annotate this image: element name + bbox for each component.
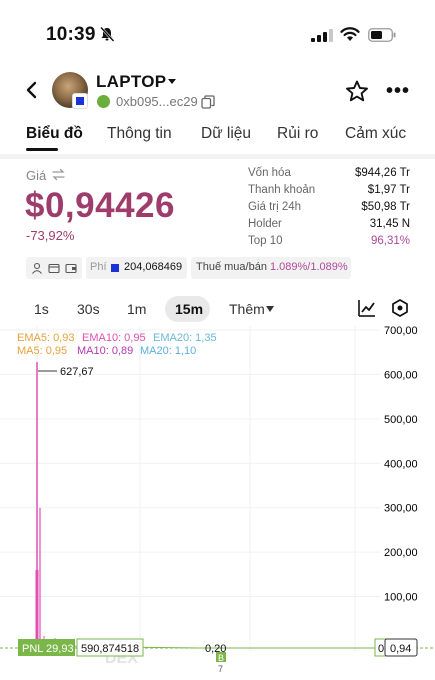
chain-badge-icon xyxy=(72,93,88,109)
stat-label-holders: Holder xyxy=(248,218,282,230)
copy-icon[interactable] xyxy=(201,95,215,109)
y-axis-tick: 100,00 xyxy=(384,592,418,604)
signal-icon xyxy=(311,29,333,42)
stat-value-holders: 31,45 N xyxy=(369,218,410,230)
y-axis-tick: 600,00 xyxy=(384,369,418,381)
more-options-icon[interactable]: ••• xyxy=(386,81,410,101)
favorite-star-icon[interactable] xyxy=(345,80,369,102)
tax-value: 1.089%/1.089% xyxy=(270,261,348,273)
timeframe-more[interactable]: Thêm xyxy=(229,301,265,317)
current-price: $0,94426 xyxy=(25,186,175,225)
current-price-value: 0,94 xyxy=(390,643,411,655)
timeframe-1s[interactable]: 1s xyxy=(34,301,49,317)
wallet-icon xyxy=(48,263,60,274)
price-chart[interactable]: EMA5: 0,93 EMA10: 0,95 EMA20: 1,35 MA5: … xyxy=(0,326,435,680)
chart-settings-icon[interactable] xyxy=(391,299,409,317)
stat-label-liquidity: Thanh khoản xyxy=(248,184,316,196)
timeframe-1m[interactable]: 1m xyxy=(127,301,146,317)
high-marker-label: 627,67 xyxy=(60,366,94,378)
stat-value-market-cap: $944,26 Tr xyxy=(355,167,410,179)
buy-marker-count: 7 xyxy=(218,664,223,674)
tax-label: Thuế mua/bán xyxy=(196,261,267,273)
ema20-label: EMA20: 1,35 xyxy=(153,332,217,344)
tax-info: Thuế mua/bán 1.089%/1.089% xyxy=(196,261,348,273)
battery-icon xyxy=(368,28,396,42)
wifi-icon xyxy=(340,27,360,41)
back-arrow-icon[interactable] xyxy=(22,80,42,100)
stat-value-top10: 96,31% xyxy=(370,235,410,247)
axis-price-left: 0 xyxy=(378,643,384,655)
tab-data[interactable]: Dữ liệu xyxy=(201,125,251,143)
price-label: Giá xyxy=(26,168,47,183)
ema5-label: EMA5: 0,93 xyxy=(17,332,74,344)
section-divider xyxy=(0,154,435,159)
tab-risk[interactable]: Rủi ro xyxy=(277,125,318,143)
timeframe-30s[interactable]: 30s xyxy=(77,301,100,317)
stat-value-volume-24h: $50,98 Tr xyxy=(361,201,410,213)
security-icons-chip[interactable] xyxy=(26,257,82,279)
fee-label: Phí xyxy=(90,261,107,273)
stat-label-market-cap: Vốn hóa xyxy=(248,167,291,179)
y-axis-tick: 700,00 xyxy=(384,326,418,337)
contract-address[interactable]: 0xb095...ec29 xyxy=(116,94,198,109)
price-change: -73,92% xyxy=(26,228,75,243)
y-axis-tick: 400,00 xyxy=(384,458,418,470)
stat-value-liquidity: $1,97 Tr xyxy=(367,184,410,196)
pnl-label: PNL 29,93 xyxy=(22,643,74,655)
more-caret-icon[interactable] xyxy=(266,306,274,312)
stat-label-top10: Top 10 xyxy=(248,235,283,247)
fee-token-icon xyxy=(111,264,119,272)
pnl-value: 590,874518 xyxy=(81,643,139,655)
buy-marker-letter: B xyxy=(218,653,224,663)
ma5-label: MA5: 0,95 xyxy=(17,345,67,357)
fee-value: 204,068469 xyxy=(124,261,183,273)
tab-info[interactable]: Thông tin xyxy=(107,125,172,143)
tab-sentiment[interactable]: Cảm xúc xyxy=(345,125,406,143)
indicator-chart-icon[interactable] xyxy=(358,299,376,317)
y-axis-tick: 300,00 xyxy=(384,503,418,515)
verified-icon xyxy=(97,95,110,108)
swap-icon[interactable] xyxy=(52,168,65,181)
active-tab-indicator xyxy=(26,148,58,151)
user-icon xyxy=(32,262,42,274)
token-dropdown-icon[interactable] xyxy=(168,79,176,84)
ma20-label: MA20: 1,10 xyxy=(140,345,196,357)
stat-label-volume-24h: Giá trị 24h xyxy=(248,201,302,213)
card-icon xyxy=(65,263,77,274)
timeframe-15m[interactable]: 15m xyxy=(175,301,203,317)
y-axis-tick: 500,00 xyxy=(384,414,418,426)
ma-labels: EMA5: 0,93 EMA10: 0,95 EMA20: 1,35 MA5: … xyxy=(17,332,217,357)
status-time: 10:39 xyxy=(46,24,96,45)
tab-chart[interactable]: Biểu đồ xyxy=(26,125,83,143)
y-axis-tick: 200,00 xyxy=(384,547,418,559)
token-name[interactable]: LAPTOP xyxy=(96,72,166,92)
ema10-label: EMA10: 0,95 xyxy=(82,332,146,344)
bell-muted-icon xyxy=(100,26,115,42)
candle-body xyxy=(35,569,39,641)
ma10-label: MA10: 0,89 xyxy=(77,345,133,357)
